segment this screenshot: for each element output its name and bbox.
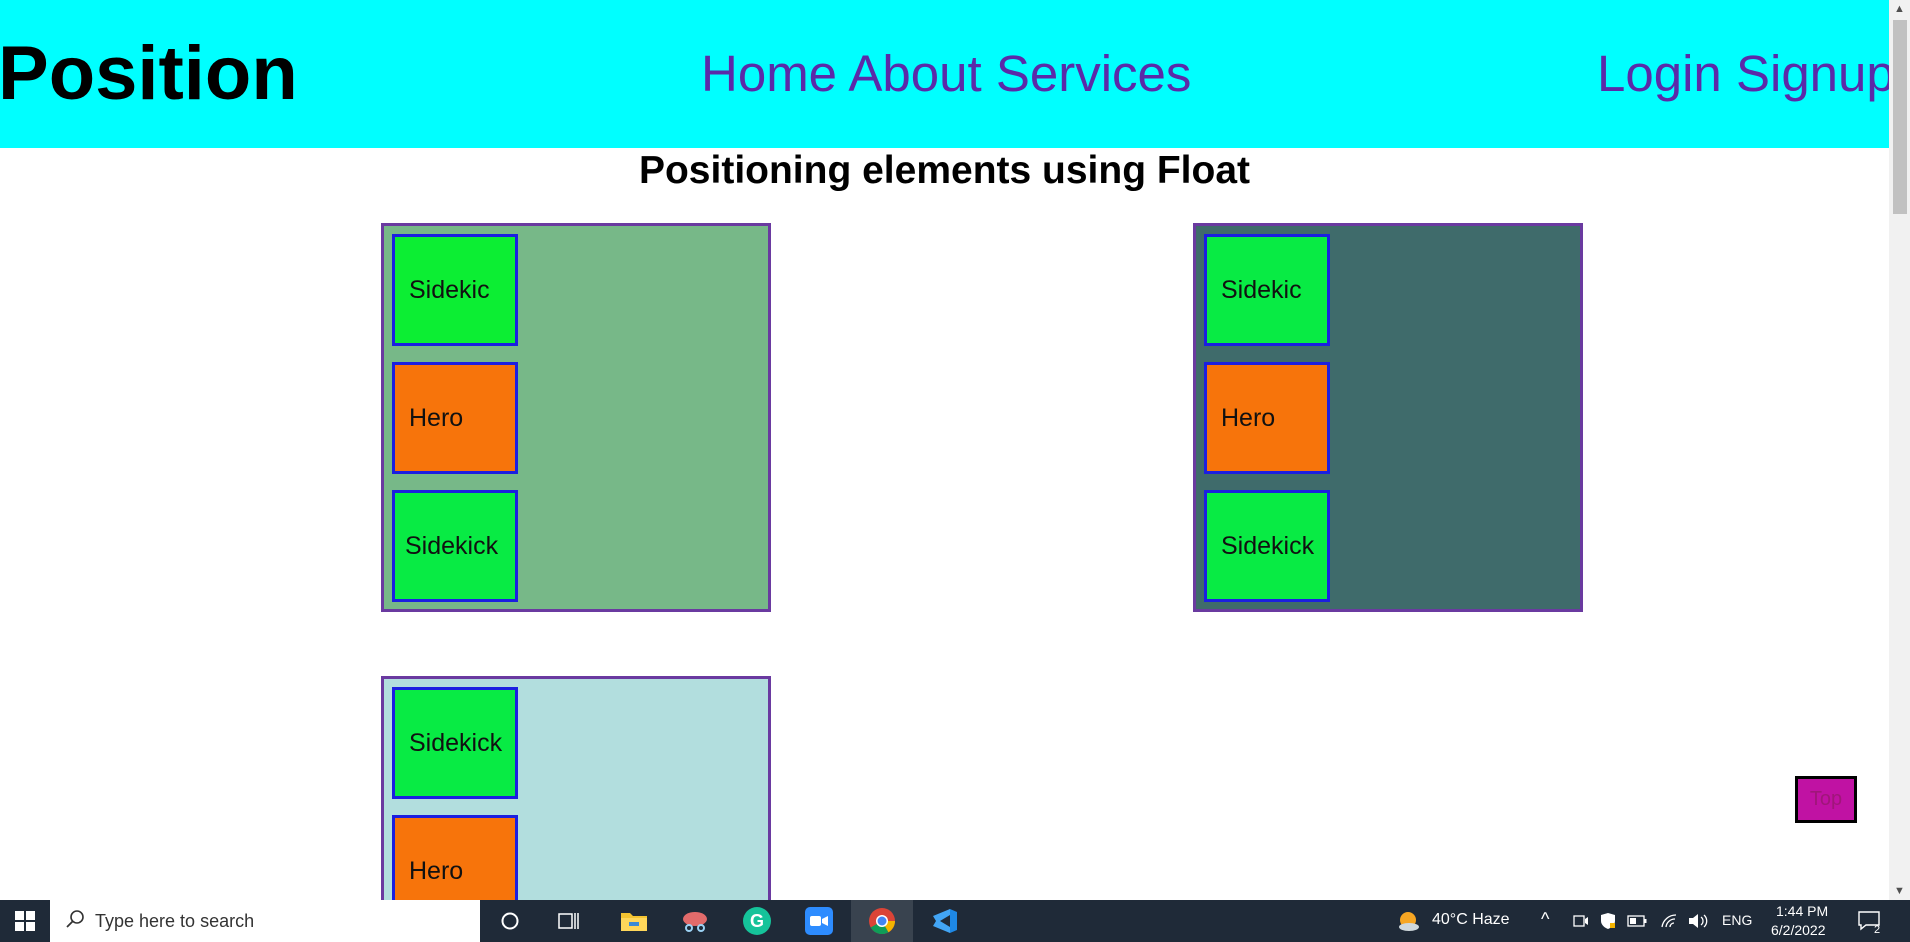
brand-title: Position [0, 31, 298, 116]
hero-box: Hero [392, 362, 518, 474]
nav-center-links: Home About Services [701, 46, 1191, 102]
search-icon [65, 909, 85, 934]
notification-icon[interactable] [1852, 900, 1888, 942]
snip-icon[interactable] [675, 900, 715, 942]
nav-link-signup[interactable]: Signup [1736, 45, 1889, 102]
notification-count-badge: 2 [1874, 924, 1881, 936]
scroll-thumb[interactable] [1893, 20, 1907, 214]
nav-link-services[interactable]: Services [996, 45, 1192, 102]
top-button[interactable]: Top [1795, 776, 1857, 823]
clock-date[interactable]: 6/2/2022 [1771, 922, 1826, 938]
chevron-up-icon[interactable]: ^ [1541, 909, 1549, 930]
file-explorer-icon[interactable] [614, 900, 654, 942]
float-container-1: Sidekic Hero Sidekick [381, 223, 771, 612]
sidekick-box: Sidekick [1204, 490, 1330, 602]
hero-box: Hero [392, 815, 518, 900]
meet-now-icon[interactable] [1570, 900, 1592, 942]
battery-icon[interactable] [1625, 900, 1649, 942]
taskbar: Type here to search G 40°C Haze ^ ENG 1:… [0, 900, 1910, 942]
scroll-down-icon[interactable]: ▼ [1889, 882, 1910, 900]
sidekick-box: Sidekick [392, 687, 518, 799]
scroll-up-icon[interactable]: ▲ [1889, 0, 1910, 18]
grammarly-icon[interactable]: G [737, 900, 777, 942]
task-view-icon[interactable] [549, 900, 589, 942]
nav-link-home[interactable]: Home [701, 45, 837, 102]
float-container-3: Sidekick Hero [381, 676, 771, 900]
vertical-scrollbar[interactable]: ▲ ▼ [1889, 0, 1910, 900]
navbar: Position Home About Services Login Signu… [0, 0, 1889, 148]
sidekick-box: Sidekic [1204, 234, 1330, 346]
volume-icon[interactable] [1686, 900, 1710, 942]
nav-link-login[interactable]: Login [1597, 45, 1722, 102]
clock-time[interactable]: 1:44 PM [1776, 903, 1828, 919]
security-shield-icon[interactable] [1597, 900, 1619, 942]
float-container-2: Sidekic Hero Sidekick [1193, 223, 1583, 612]
nav-right-links: Login Signup [1597, 46, 1889, 102]
search-placeholder: Type here to search [95, 910, 255, 931]
page-heading: Positioning elements using Float [638, 149, 1251, 192]
taskbar-search-box[interactable]: Type here to search [50, 900, 480, 942]
chrome-icon[interactable] [862, 900, 902, 942]
sidekick-box: Sidekick [392, 490, 518, 602]
cortana-icon[interactable] [490, 900, 530, 942]
weather-text[interactable]: 40°C Haze [1432, 911, 1510, 929]
weather-icon[interactable] [1394, 900, 1424, 942]
wifi-icon[interactable] [1658, 900, 1680, 942]
nav-link-about[interactable]: About [848, 45, 981, 102]
browser-page: Position Home About Services Login Signu… [0, 0, 1889, 900]
sidekick-box: Sidekic [392, 234, 518, 346]
hero-box: Hero [1204, 362, 1330, 474]
vscode-icon[interactable] [924, 900, 964, 942]
zoom-icon[interactable] [799, 900, 839, 942]
language-indicator[interactable]: ENG [1722, 912, 1752, 928]
windows-start-icon[interactable] [0, 900, 50, 942]
